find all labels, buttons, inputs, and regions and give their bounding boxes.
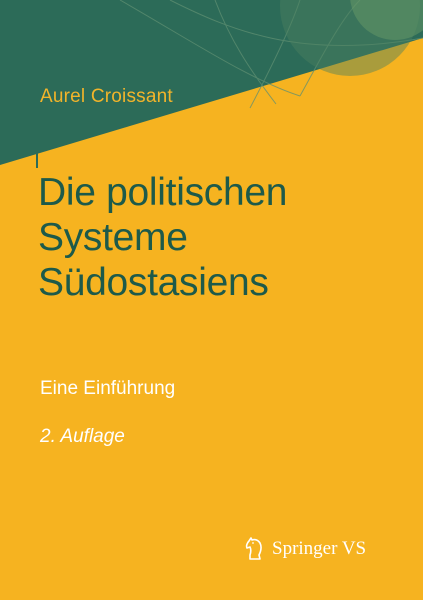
author-name: Aurel Croissant (40, 86, 173, 107)
edition-label: 2. Auflage (40, 426, 125, 447)
title-line-2: Systeme (38, 216, 188, 259)
book-cover: Aurel Croissant Die politischen Systeme … (0, 0, 423, 600)
title-line-3: Südostasiens (38, 261, 269, 304)
book-subtitle: Eine Einführung (40, 378, 176, 399)
horse-chess-icon (245, 537, 262, 560)
title-line-1: Die politischen (38, 171, 288, 214)
publisher-name: Springer VS (272, 538, 367, 559)
cover-vertical-rule (36, 0, 38, 168)
publisher-logo: Springer VS (244, 535, 366, 563)
book-title: Die politischen Systeme Südostasiens (38, 170, 418, 305)
